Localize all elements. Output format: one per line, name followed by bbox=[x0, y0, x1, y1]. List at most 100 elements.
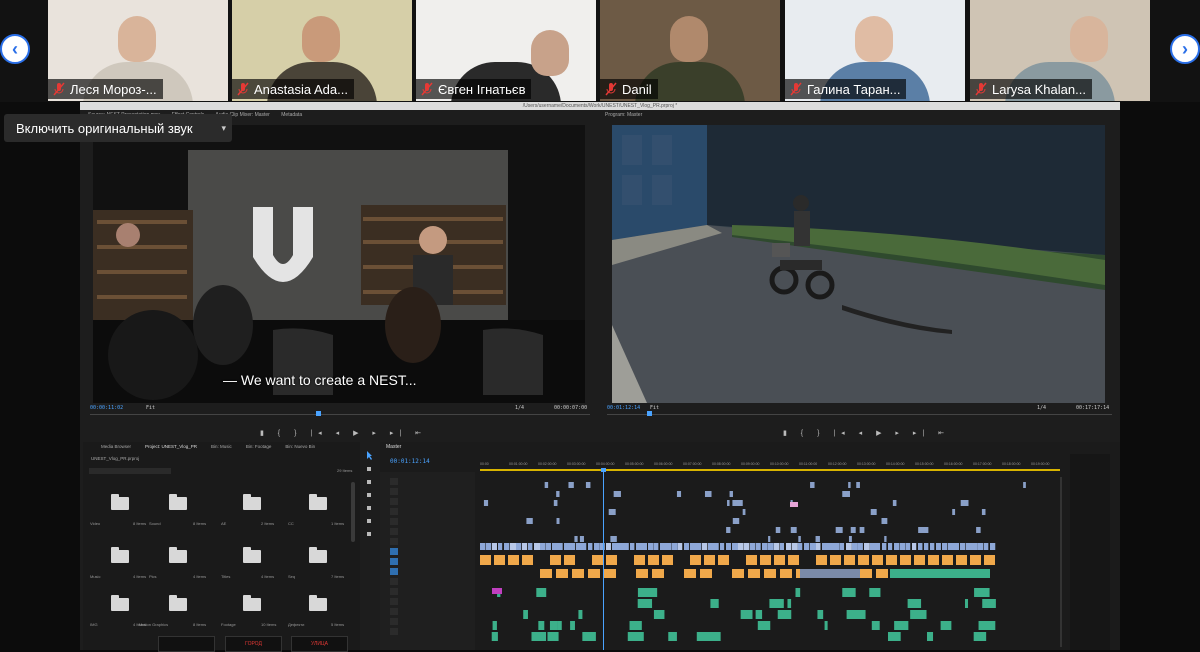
video-clip[interactable] bbox=[835, 527, 843, 533]
video-clip[interactable] bbox=[648, 543, 654, 550]
audio-clip[interactable] bbox=[582, 632, 596, 641]
video-clip[interactable] bbox=[960, 543, 966, 550]
audio-clip[interactable] bbox=[817, 610, 824, 619]
audio-clip[interactable] bbox=[606, 555, 617, 565]
video-clip[interactable] bbox=[610, 536, 617, 542]
video-clip[interactable] bbox=[810, 482, 815, 488]
program-scale-dropdown[interactable]: 1/4 bbox=[1037, 405, 1046, 411]
tab-program[interactable]: Program: Master bbox=[605, 110, 642, 120]
audio-clip[interactable] bbox=[942, 555, 953, 565]
original-audio-button[interactable]: Включить оригинальный звук ▾ bbox=[4, 114, 232, 142]
video-clip[interactable] bbox=[894, 543, 900, 550]
video-clip[interactable] bbox=[892, 500, 897, 506]
video-clip[interactable] bbox=[690, 543, 697, 550]
audio-clip[interactable] bbox=[700, 569, 712, 578]
video-clip[interactable] bbox=[480, 543, 486, 550]
video-clip[interactable] bbox=[516, 543, 522, 550]
audio-clip[interactable] bbox=[887, 632, 901, 641]
video-clip[interactable] bbox=[762, 543, 768, 550]
audio-clip[interactable] bbox=[523, 610, 528, 619]
video-clip[interactable] bbox=[714, 543, 719, 550]
video-clip[interactable] bbox=[732, 543, 739, 550]
timeline-tracks[interactable] bbox=[380, 442, 1120, 650]
audio-clip[interactable] bbox=[876, 569, 888, 578]
audio-clip[interactable] bbox=[816, 555, 827, 565]
video-clip[interactable] bbox=[858, 543, 863, 550]
video-clip[interactable] bbox=[576, 543, 583, 550]
video-clip[interactable] bbox=[606, 543, 611, 550]
audio-clip[interactable] bbox=[830, 555, 841, 565]
video-clip[interactable] bbox=[708, 543, 715, 550]
video-clip[interactable] bbox=[483, 500, 489, 506]
folder-icon[interactable] bbox=[169, 494, 187, 510]
video-clip[interactable] bbox=[990, 543, 996, 550]
video-clip[interactable] bbox=[906, 543, 911, 550]
video-clip[interactable] bbox=[729, 491, 733, 497]
audio-clip[interactable] bbox=[588, 569, 600, 578]
audio-clip[interactable] bbox=[572, 569, 584, 578]
video-clip[interactable] bbox=[585, 482, 591, 488]
audio-clip[interactable] bbox=[696, 632, 712, 641]
program-playhead[interactable] bbox=[647, 411, 652, 416]
video-clip[interactable] bbox=[684, 543, 690, 550]
folder-icon[interactable] bbox=[111, 494, 129, 510]
audio-clip[interactable] bbox=[940, 621, 952, 630]
folder-icon[interactable] bbox=[169, 547, 187, 563]
video-clip[interactable] bbox=[1023, 482, 1026, 488]
audio-clip[interactable] bbox=[795, 588, 801, 597]
audio-clip[interactable] bbox=[787, 599, 792, 608]
audio-clip[interactable] bbox=[491, 632, 498, 641]
video-clip[interactable] bbox=[816, 543, 821, 550]
video-clip[interactable] bbox=[900, 543, 906, 550]
video-clip[interactable] bbox=[834, 543, 840, 550]
audio-clip[interactable] bbox=[690, 555, 701, 565]
video-clip[interactable] bbox=[978, 543, 984, 550]
track-target-toggle[interactable] bbox=[390, 618, 398, 625]
participant-tile[interactable]: Larysa Khalan... bbox=[970, 0, 1150, 101]
program-monitor-video[interactable] bbox=[612, 125, 1105, 403]
audio-clip[interactable] bbox=[637, 599, 653, 608]
timeline-scrollbar[interactable] bbox=[1060, 477, 1062, 647]
audio-clip[interactable] bbox=[684, 569, 696, 578]
video-clip[interactable] bbox=[666, 543, 672, 550]
audio-clip[interactable] bbox=[860, 569, 872, 578]
video-clip[interactable] bbox=[558, 543, 563, 550]
video-clip[interactable] bbox=[696, 543, 702, 550]
video-clip[interactable] bbox=[852, 543, 858, 550]
audio-clip[interactable] bbox=[956, 555, 967, 565]
audio-clip[interactable] bbox=[869, 588, 881, 597]
video-clip[interactable] bbox=[738, 543, 744, 550]
video-clip[interactable] bbox=[976, 527, 981, 533]
audio-clip[interactable] bbox=[928, 555, 939, 565]
video-clip[interactable] bbox=[544, 482, 549, 488]
track-target-toggle[interactable] bbox=[390, 548, 398, 555]
audio-clip[interactable] bbox=[746, 555, 757, 565]
video-clip[interactable] bbox=[492, 543, 497, 550]
audio-clip[interactable] bbox=[578, 610, 583, 619]
video-clip[interactable] bbox=[588, 543, 593, 550]
audio-clip[interactable] bbox=[492, 621, 497, 630]
video-clip[interactable] bbox=[528, 543, 533, 550]
track-target-toggle[interactable] bbox=[390, 558, 398, 565]
audio-clip[interactable] bbox=[668, 632, 677, 641]
audio-clip[interactable] bbox=[774, 555, 785, 565]
video-clip[interactable] bbox=[790, 502, 798, 507]
project-scrollbar[interactable] bbox=[351, 482, 355, 542]
audio-clip[interactable] bbox=[634, 555, 645, 565]
audio-clip[interactable] bbox=[926, 632, 934, 641]
audio-clip[interactable] bbox=[970, 555, 981, 565]
timeline-playhead-head[interactable] bbox=[601, 468, 606, 472]
audio-clip[interactable] bbox=[907, 599, 922, 608]
video-clip[interactable] bbox=[924, 543, 929, 550]
video-clip[interactable] bbox=[780, 543, 785, 550]
folder-icon[interactable] bbox=[243, 595, 261, 611]
track-target-toggle[interactable] bbox=[390, 498, 398, 505]
audio-clip[interactable] bbox=[636, 569, 648, 578]
video-clip[interactable] bbox=[504, 543, 510, 550]
video-clip[interactable] bbox=[798, 543, 803, 550]
audio-clip[interactable] bbox=[704, 555, 715, 565]
video-clip[interactable] bbox=[704, 491, 712, 497]
source-monitor-video[interactable]: — We want to create a NEST... bbox=[93, 125, 585, 403]
audio-clip[interactable] bbox=[627, 632, 644, 641]
folder-icon[interactable] bbox=[309, 494, 327, 510]
